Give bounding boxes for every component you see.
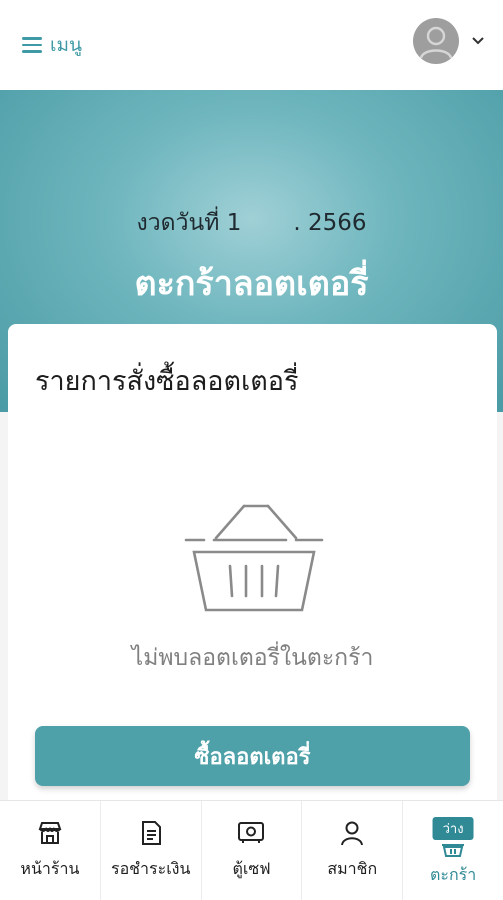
nav-label-storefront: หน้าร้าน — [20, 859, 80, 878]
draw-date-prefix: งวดวันที่ 1 — [136, 210, 242, 236]
cart-status-badge: ว่าง — [432, 817, 474, 840]
nav-label-cart: ตะกร้า — [429, 865, 477, 884]
order-list-title: รายการสั่งซื้อลอตเตอรี่ — [35, 366, 299, 397]
nav-item-storefront[interactable]: หน้าร้าน — [0, 801, 100, 900]
person-icon — [340, 819, 364, 847]
empty-cart-message: ไม่พบลอตเตอรี่ในตะกร้า — [131, 645, 374, 671]
menu-label: เมนู — [50, 34, 83, 56]
nav-label-pending-payment: รอชำระเงิน — [110, 859, 191, 878]
user-avatar-icon — [413, 18, 459, 64]
nav-label-safe: ตู้เซฟ — [232, 859, 271, 878]
nav-item-member[interactable]: สมาชิก — [301, 801, 402, 900]
buy-lottery-button[interactable]: ซื้อลอตเตอรี่ — [35, 726, 470, 786]
page-title: ตะกร้าลอตเตอรี่ — [134, 264, 369, 304]
profile-menu[interactable] — [413, 18, 485, 64]
nav-item-pending-payment[interactable]: รอชำระเงิน — [99, 801, 201, 900]
basket-icon — [441, 839, 465, 857]
menu-button[interactable]: เมนู — [22, 30, 82, 60]
storefront-icon — [37, 819, 63, 847]
bottom-navigation: หน้าร้าน รอชำระเงิน ตู้เซฟ สมาชิก ว่าง ต… — [0, 800, 503, 900]
safe-icon — [237, 819, 265, 847]
nav-label-member: สมาชิก — [327, 859, 378, 878]
nav-item-safe[interactable]: ตู้เซฟ — [200, 801, 302, 900]
invoice-icon — [140, 819, 162, 847]
draw-date: งวดวันที่ 1 . 2566 — [0, 205, 503, 241]
top-bar: เมนู — [0, 0, 503, 90]
empty-basket-icon — [184, 504, 324, 612]
nav-item-cart[interactable]: ว่าง ตะกร้า — [402, 801, 503, 900]
draw-date-suffix: . 2566 — [293, 210, 367, 236]
hamburger-icon — [22, 37, 42, 53]
chevron-down-icon — [472, 37, 484, 45]
